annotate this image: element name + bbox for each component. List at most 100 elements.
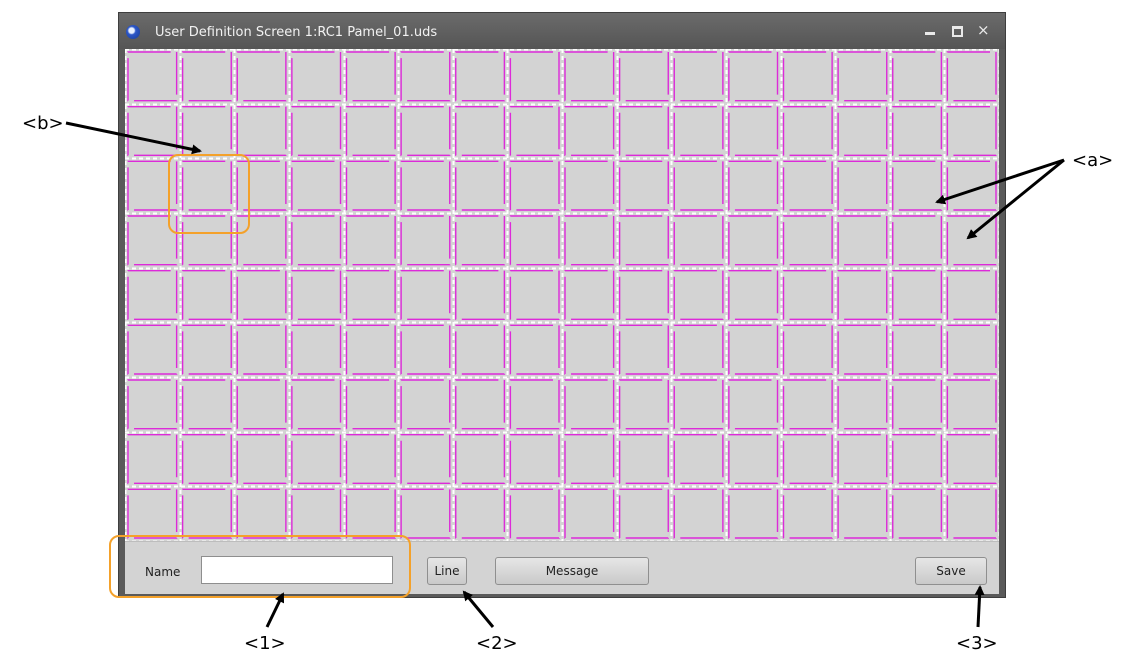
grid-cell[interactable]: [946, 215, 997, 266]
grid-cell[interactable]: [673, 269, 724, 321]
grid-cell[interactable]: [837, 269, 888, 321]
grid-cell[interactable]: [455, 105, 506, 157]
grid-cell[interactable]: [400, 379, 451, 430]
grid-cell[interactable]: [728, 379, 779, 430]
grid-cell[interactable]: [400, 215, 451, 266]
grid-cell[interactable]: [564, 105, 615, 157]
grid-cell[interactable]: [837, 433, 888, 485]
grid-cell[interactable]: [728, 324, 779, 375]
grid-cell[interactable]: [509, 324, 560, 375]
grid-cell[interactable]: [236, 379, 287, 430]
maximize-icon[interactable]: [950, 23, 966, 39]
grid-cell[interactable]: [291, 160, 342, 211]
title-bar[interactable]: User Definition Screen 1:RC1 Pamel_01.ud…: [119, 13, 1005, 49]
grid-cell[interactable]: [946, 488, 997, 539]
grid-cell[interactable]: [236, 488, 287, 539]
grid-cell[interactable]: [673, 488, 724, 539]
grid-cell[interactable]: [127, 433, 178, 485]
grid-cell[interactable]: [181, 324, 232, 375]
grid-cell[interactable]: [837, 379, 888, 430]
grid-cell[interactable]: [564, 324, 615, 375]
grid-cell[interactable]: [236, 269, 287, 321]
grid-cell[interactable]: [892, 379, 943, 430]
grid-cell[interactable]: [400, 105, 451, 157]
grid-cell[interactable]: [455, 51, 506, 102]
grid-cell[interactable]: [892, 105, 943, 157]
grid-cell[interactable]: [564, 433, 615, 485]
grid-cell[interactable]: [455, 269, 506, 321]
close-icon[interactable]: ×: [975, 21, 991, 39]
grid-cell[interactable]: [618, 379, 669, 430]
grid-cell[interactable]: [782, 269, 833, 321]
grid-cell[interactable]: [564, 269, 615, 321]
grid-cell[interactable]: [782, 324, 833, 375]
grid-cell[interactable]: [345, 160, 396, 211]
grid-cell[interactable]: [673, 160, 724, 211]
grid-cell[interactable]: [946, 105, 997, 157]
grid-cell[interactable]: [455, 433, 506, 485]
grid-cell[interactable]: [291, 324, 342, 375]
grid-cell[interactable]: [618, 160, 669, 211]
grid-cell[interactable]: [345, 433, 396, 485]
grid-cell[interactable]: [291, 215, 342, 266]
grid-cell[interactable]: [728, 160, 779, 211]
grid-cell[interactable]: [837, 215, 888, 266]
grid-cell[interactable]: [892, 215, 943, 266]
grid-cell[interactable]: [673, 51, 724, 102]
grid-cell[interactable]: [400, 51, 451, 102]
grid-cell[interactable]: [181, 105, 232, 157]
grid-cell[interactable]: [509, 105, 560, 157]
grid-cell[interactable]: [291, 379, 342, 430]
grid-cell[interactable]: [181, 51, 232, 102]
grid-cell[interactable]: [728, 105, 779, 157]
grid-cell[interactable]: [291, 433, 342, 485]
grid-cell[interactable]: [509, 215, 560, 266]
grid-cell[interactable]: [509, 51, 560, 102]
grid-cell[interactable]: [673, 105, 724, 157]
grid-cell[interactable]: [946, 324, 997, 375]
grid-cell[interactable]: [291, 51, 342, 102]
minimize-icon[interactable]: [923, 23, 939, 39]
grid-cell[interactable]: [782, 160, 833, 211]
grid-cell[interactable]: [345, 269, 396, 321]
grid-cell[interactable]: [509, 160, 560, 211]
grid-cell[interactable]: [728, 488, 779, 539]
grid-cell[interactable]: [181, 433, 232, 485]
grid-cell[interactable]: [236, 51, 287, 102]
grid-cell[interactable]: [837, 324, 888, 375]
grid-cell[interactable]: [455, 215, 506, 266]
grid-cell[interactable]: [564, 51, 615, 102]
save-button[interactable]: Save: [915, 557, 987, 585]
grid-cell[interactable]: [400, 160, 451, 211]
grid-cell[interactable]: [291, 488, 342, 539]
grid-cell[interactable]: [782, 51, 833, 102]
grid-cell[interactable]: [728, 269, 779, 321]
grid-cell[interactable]: [782, 488, 833, 539]
grid-cell[interactable]: [345, 105, 396, 157]
grid-cell[interactable]: [782, 379, 833, 430]
grid-cell[interactable]: [673, 324, 724, 375]
grid-cell[interactable]: [455, 488, 506, 539]
grid-cell[interactable]: [728, 51, 779, 102]
grid-cell[interactable]: [892, 160, 943, 211]
grid-cell[interactable]: [127, 105, 178, 157]
grid-cell[interactable]: [181, 269, 232, 321]
definition-grid-canvas[interactable]: [125, 49, 999, 541]
grid-cell[interactable]: [892, 324, 943, 375]
grid-cell[interactable]: [618, 51, 669, 102]
grid-cell[interactable]: [127, 51, 178, 102]
grid-cell[interactable]: [618, 269, 669, 321]
grid-cell[interactable]: [673, 215, 724, 266]
grid-cell[interactable]: [618, 215, 669, 266]
grid-cell[interactable]: [400, 324, 451, 375]
message-button[interactable]: Message: [495, 557, 649, 585]
grid-cell[interactable]: [509, 433, 560, 485]
grid-cell[interactable]: [400, 269, 451, 321]
grid-cell[interactable]: [946, 160, 997, 211]
grid-cell[interactable]: [509, 269, 560, 321]
grid-cell[interactable]: [892, 488, 943, 539]
grid-cell[interactable]: [782, 433, 833, 485]
grid-cell[interactable]: [291, 105, 342, 157]
grid-cell[interactable]: [837, 51, 888, 102]
grid-cell[interactable]: [618, 488, 669, 539]
